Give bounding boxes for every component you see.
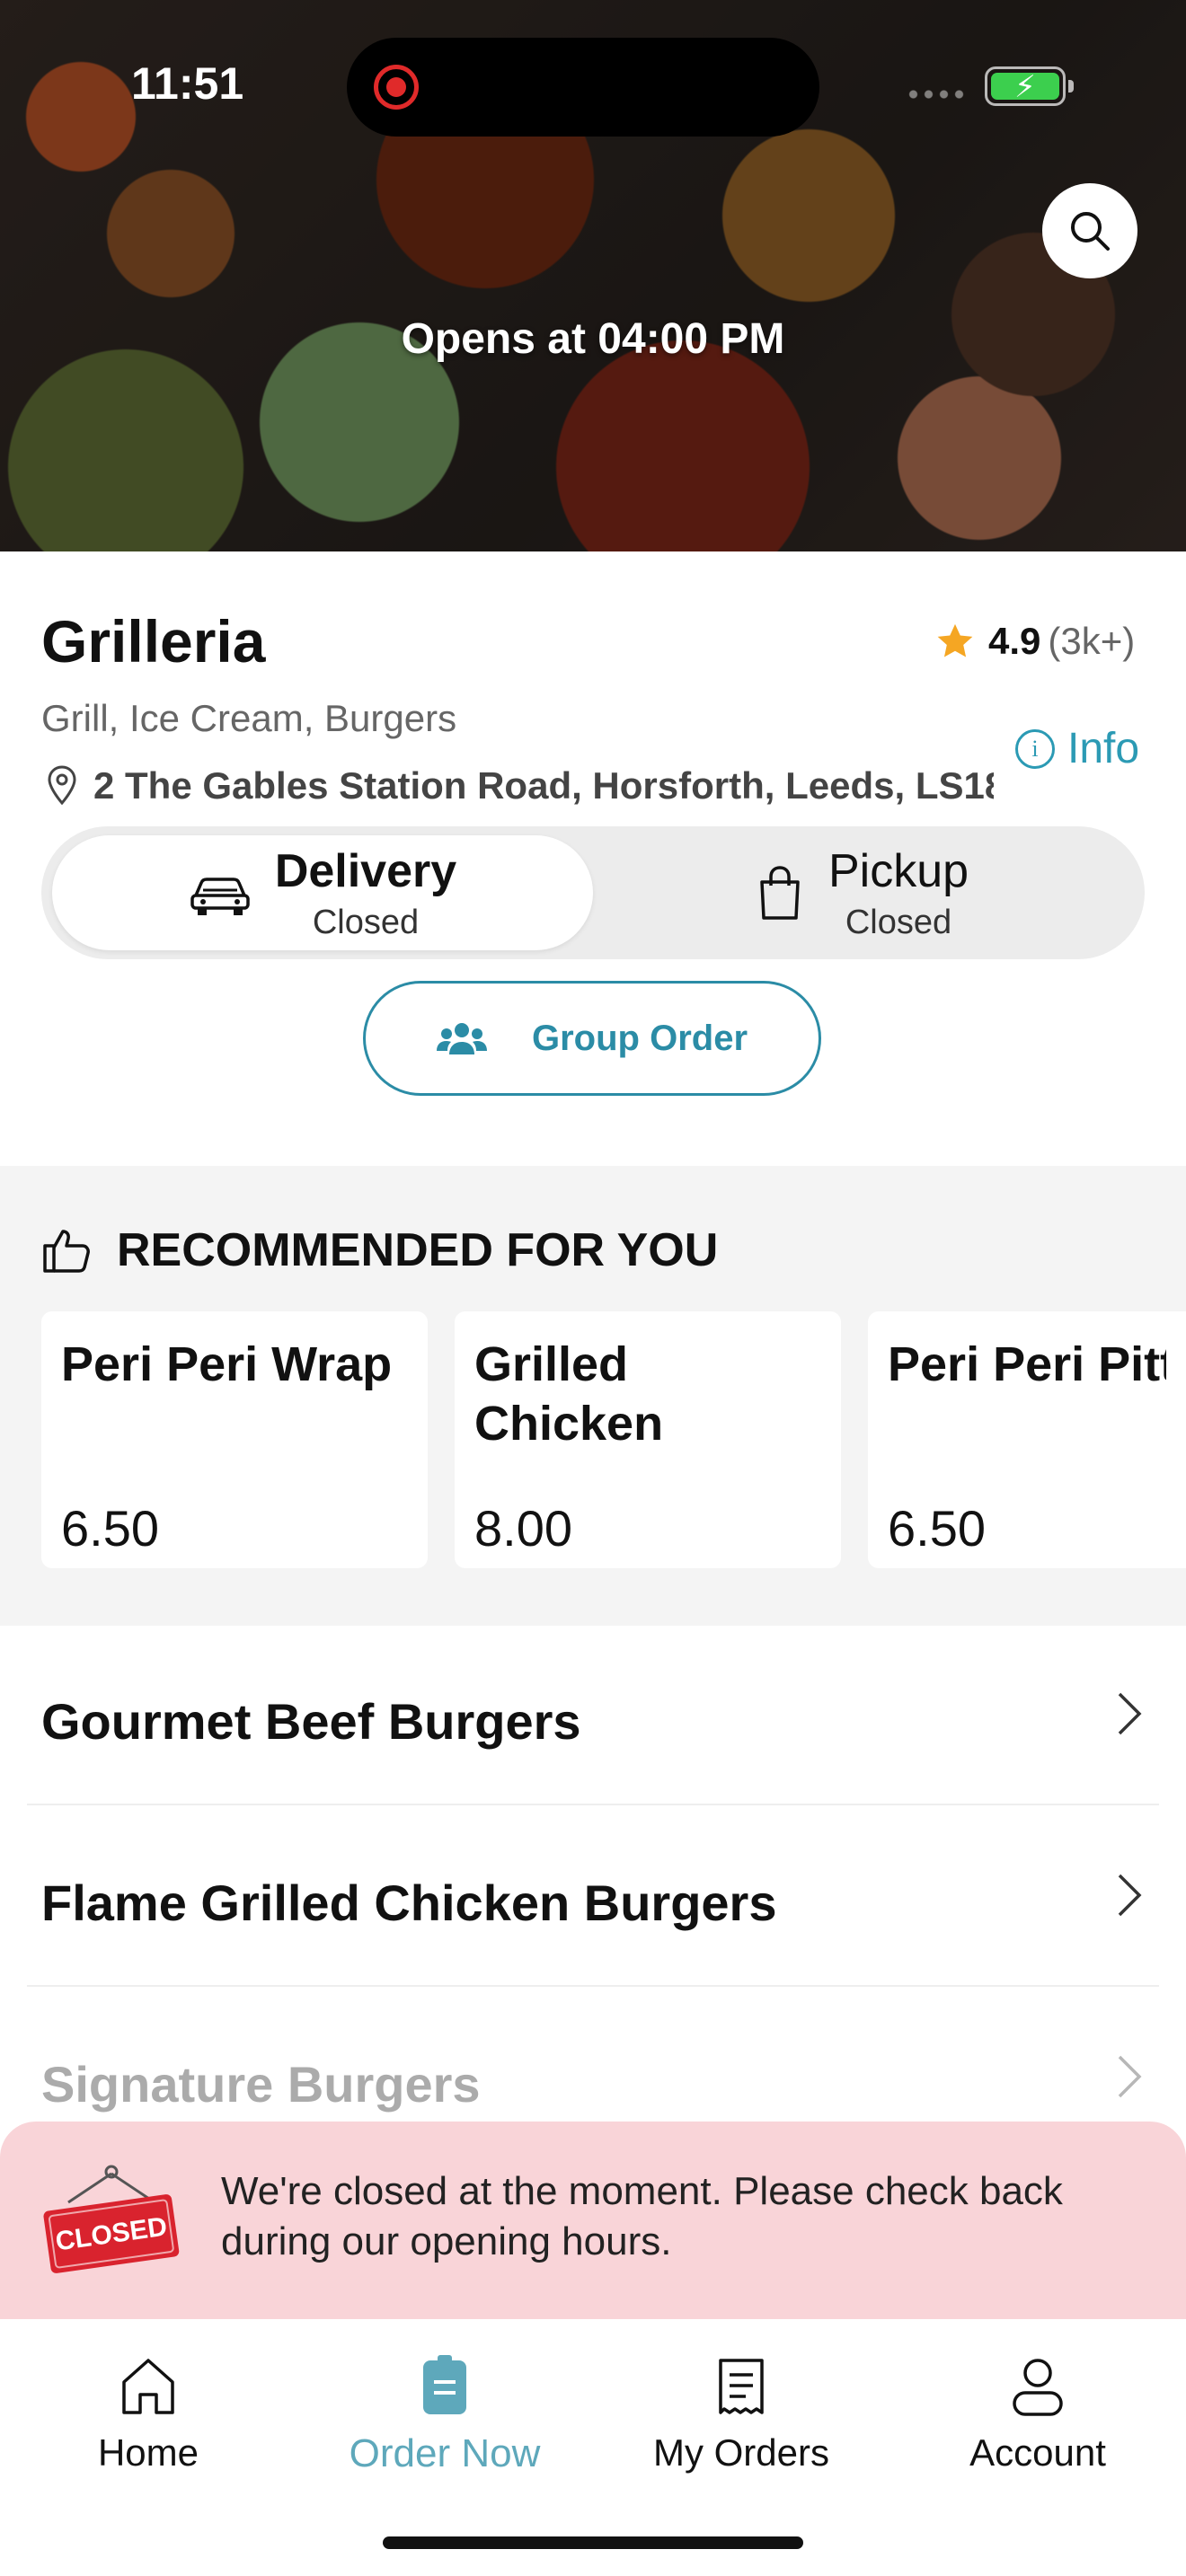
delivery-status: Closed xyxy=(312,903,420,941)
opening-time-text: Opens at 04:00 PM xyxy=(401,315,785,363)
category-name: Flame Grilled Chicken Burgers xyxy=(41,1875,777,1931)
item-name: Grilled Chicken Strip… xyxy=(474,1337,664,1451)
tab-order-now-label: Order Now xyxy=(349,2431,541,2475)
tab-my-orders[interactable]: My Orders xyxy=(593,2355,890,2475)
star-icon xyxy=(937,623,973,657)
rating-count: (3k+) xyxy=(1048,620,1136,662)
recommended-item-card[interactable]: Peri Peri Pitta 6.50 xyxy=(868,1311,1186,1568)
account-icon xyxy=(1013,2359,1063,2416)
search-icon xyxy=(1071,212,1110,251)
info-icon: i xyxy=(1015,728,1055,769)
recommended-title: RECOMMENDED FOR YOU xyxy=(117,1224,719,1276)
closed-notice-banner: CLOSED We're closed at the moment. Pleas… xyxy=(0,2122,1186,2319)
item-name: Peri Peri Wrap xyxy=(61,1337,393,1391)
group-icon xyxy=(436,1023,487,1054)
category-row[interactable]: Gourmet Beef Burgers xyxy=(27,1624,1159,1805)
cuisine-tags: Grill, Ice Cream, Burgers xyxy=(41,697,457,739)
restaurant-address: 2 The Gables Station Road, Horsforth, Le… xyxy=(41,763,994,808)
tab-home-label: Home xyxy=(97,2431,199,2474)
item-price: 6.50 xyxy=(888,1500,986,1557)
info-link[interactable]: i Info xyxy=(1015,724,1139,773)
item-price: 6.50 xyxy=(61,1500,159,1557)
pickup-status: Closed xyxy=(845,903,952,941)
group-order-button[interactable]: Group Order xyxy=(363,981,821,1096)
rating-score: 4.9 xyxy=(988,620,1041,662)
tab-account-label: Account xyxy=(969,2431,1106,2474)
closed-message: We're closed at the moment. Please check… xyxy=(221,2169,1063,2263)
search-button[interactable] xyxy=(1042,183,1137,278)
recommended-item-card[interactable]: Peri Peri Wrap 6.50 xyxy=(41,1311,428,1568)
category-name: Signature Burgers xyxy=(41,2056,481,2113)
recommended-item-card[interactable]: Grilled Chicken Strip… 8.00 xyxy=(455,1311,841,1568)
delivery-option[interactable]: Delivery Closed xyxy=(52,835,593,950)
chevron-right-icon xyxy=(1118,2055,1142,2098)
address-text: 2 The Gables Station Road, Horsforth, Le… xyxy=(93,764,994,807)
pickup-label: Pickup xyxy=(828,844,969,897)
info-label: Info xyxy=(1067,725,1140,772)
shopping-bag-icon xyxy=(760,866,800,920)
battery-icon: ⚡ xyxy=(985,66,1074,106)
recording-icon xyxy=(374,65,419,110)
receipt-icon xyxy=(719,2359,764,2414)
location-pin-icon xyxy=(48,765,76,806)
rating: 4.9 (3k+) xyxy=(934,620,1135,663)
tab-my-orders-label: My Orders xyxy=(652,2431,829,2474)
closed-sign-icon: CLOSED xyxy=(43,2165,180,2273)
chevron-right-icon xyxy=(1118,1874,1142,1917)
tab-order-now[interactable]: Order Now xyxy=(296,2355,593,2476)
dynamic-island xyxy=(347,38,819,137)
tab-home[interactable]: Home xyxy=(0,2355,296,2475)
car-icon xyxy=(190,878,250,915)
category-name: Gourmet Beef Burgers xyxy=(41,1693,581,1750)
chevron-right-icon xyxy=(1118,1692,1142,1735)
signal-icon xyxy=(906,90,969,99)
restaurant-name: Grilleria xyxy=(41,608,266,675)
recommended-section: RECOMMENDED FOR YOU Peri Peri Wrap 6.50 … xyxy=(0,1166,1186,1626)
pickup-option[interactable]: Pickup Closed xyxy=(591,835,1132,950)
group-order-label: Group Order xyxy=(531,1018,748,1058)
item-price: 8.00 xyxy=(474,1500,572,1557)
thumbs-up-icon xyxy=(43,1230,90,1273)
tab-account[interactable]: Account xyxy=(890,2355,1186,2475)
hero-banner: 11:51 ⚡ Opens at 04:00 PM xyxy=(0,0,1186,551)
category-row[interactable]: Flame Grilled Chicken Burgers xyxy=(27,1805,1159,1987)
delivery-label: Delivery xyxy=(274,844,457,897)
order-now-icon xyxy=(423,2355,466,2414)
home-icon xyxy=(122,2359,174,2414)
order-mode-toggle: Delivery Closed Pickup Closed xyxy=(41,826,1145,959)
recommended-header: RECOMMENDED FOR YOU xyxy=(41,1223,718,1277)
status-time: 11:51 xyxy=(131,58,244,109)
item-name: Peri Peri Pitta xyxy=(888,1337,1166,1391)
home-indicator xyxy=(383,2536,803,2549)
